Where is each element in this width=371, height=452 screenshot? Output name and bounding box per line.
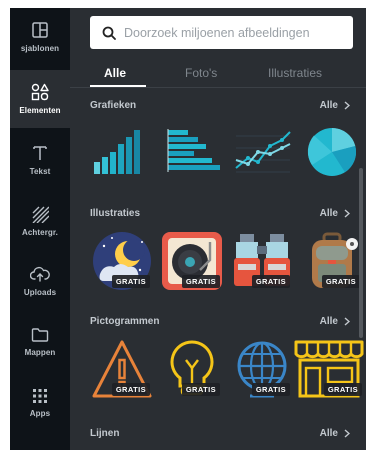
text-icon	[33, 146, 47, 160]
rail-item-label: Apps	[29, 409, 51, 418]
free-badge: GRATIS	[323, 383, 362, 396]
tab-divider	[70, 87, 366, 88]
chart-tile-horizontal-bar[interactable]	[160, 124, 224, 186]
free-badge: GRATIS	[251, 275, 290, 288]
free-badge: GRATIS	[321, 275, 360, 288]
see-all-label: Alle	[319, 208, 338, 219]
tab-illustrations[interactable]: Illustraties	[268, 66, 322, 80]
rail-item-folders[interactable]: Mappen	[10, 313, 70, 371]
illustration-tile-record-player[interactable]: GRATIS	[160, 230, 224, 292]
rail-item-label: Tekst	[29, 167, 51, 176]
left-nav-rail: sjablonen Elementen Tekst Achtergr. Uplo…	[10, 8, 70, 450]
rail-item-templates[interactable]: sjablonen	[10, 8, 70, 66]
rail-item-background[interactable]: Achtergr.	[10, 192, 70, 250]
section-title-icons: Pictogrammen	[90, 316, 160, 327]
chart-tile-bar[interactable]	[90, 124, 154, 186]
free-badge: GRATIS	[111, 275, 150, 288]
elements-panel: Alle Foto's Illustraties Grafieken Alle	[70, 8, 366, 450]
section-title-lines: Lijnen	[90, 428, 120, 439]
search-bar[interactable]	[90, 16, 353, 49]
shapes-icon	[31, 83, 49, 101]
rail-item-label: Elementen	[19, 106, 61, 115]
search-input[interactable]	[124, 25, 339, 40]
rail-item-label: Uploads	[23, 288, 57, 297]
icon-tile-warning[interactable]: GRATIS	[90, 338, 154, 400]
free-badge: GRATIS	[181, 275, 220, 288]
section-title-charts: Grafieken	[90, 100, 137, 111]
see-all-label: Alle	[319, 100, 338, 111]
folder-icon	[31, 328, 49, 342]
chevron-right-icon	[344, 101, 350, 110]
chevron-right-icon	[344, 209, 350, 218]
apps-grid-icon	[33, 389, 47, 403]
rail-item-text[interactable]: Tekst	[10, 131, 70, 189]
illustration-tile-backpack[interactable]: GRATIS	[300, 230, 364, 292]
rail-item-uploads[interactable]: Uploads	[10, 252, 70, 310]
background-pattern-icon	[32, 206, 49, 223]
filter-tabs: Alle Foto's Illustraties	[70, 56, 366, 88]
chevron-right-icon	[344, 317, 350, 326]
icon-tile-lightbulb[interactable]: GRATIS	[160, 338, 224, 400]
icon-tile-globe[interactable]: GRATIS	[230, 338, 294, 400]
chart-tile-line[interactable]	[230, 124, 294, 186]
layout-icon	[32, 22, 48, 38]
see-all-charts-link[interactable]: Alle	[320, 100, 350, 111]
icon-tile-storefront[interactable]: GRATIS	[292, 338, 366, 400]
chart-tile-pie[interactable]	[300, 124, 364, 186]
rail-item-apps[interactable]: Apps	[10, 374, 70, 432]
tab-all[interactable]: Alle	[104, 66, 126, 80]
pie-chart-icon	[307, 127, 357, 176]
free-badge: GRATIS	[111, 383, 150, 396]
illustration-tile-binoculars[interactable]: GRATIS	[230, 230, 294, 292]
chevron-right-icon	[344, 429, 350, 438]
see-all-illustrations-link[interactable]: Alle	[320, 208, 350, 219]
line-chart-icon	[235, 131, 291, 173]
free-badge: GRATIS	[251, 383, 290, 396]
search-icon	[102, 26, 116, 40]
horizontal-bar-chart-icon	[167, 129, 220, 172]
tab-photos[interactable]: Foto's	[185, 66, 217, 80]
see-all-icons-link[interactable]: Alle	[320, 316, 350, 327]
section-title-illustrations: Illustraties	[90, 208, 141, 219]
free-badge: GRATIS	[181, 383, 220, 396]
illustration-tile-moon[interactable]: GRATIS	[90, 230, 154, 292]
cloud-upload-icon	[30, 266, 50, 282]
rail-item-elements[interactable]: Elementen	[10, 70, 70, 128]
rail-item-label: Mappen	[24, 348, 56, 357]
see-all-label: Alle	[319, 428, 338, 439]
see-all-label: Alle	[319, 316, 338, 327]
canva-side-panel: sjablonen Elementen Tekst Achtergr. Uplo…	[10, 8, 366, 450]
rail-item-label: Achtergr.	[21, 228, 59, 237]
panel-scrollbar[interactable]	[359, 168, 363, 338]
rail-item-label: sjablonen	[20, 44, 60, 53]
bar-chart-icon	[94, 130, 140, 174]
see-all-lines-link[interactable]: Alle	[320, 428, 350, 439]
